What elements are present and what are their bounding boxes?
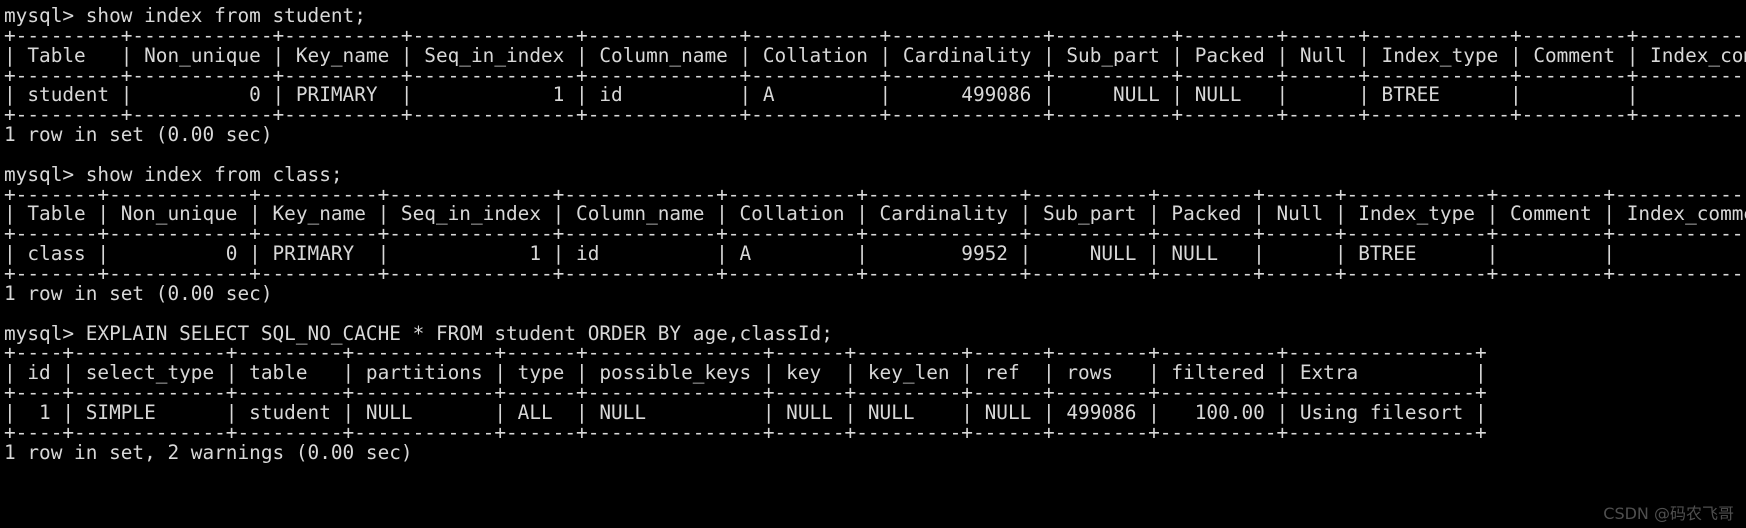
terminal-window[interactable]: mysql> show index from student; +-------…: [0, 0, 1746, 528]
table-separator-bottom: +-------+------------+----------+-------…: [4, 261, 1746, 285]
table-separator-mid: +----+-------------+---------+----------…: [4, 381, 1487, 405]
command-line: mysql> show index from class;: [4, 162, 343, 186]
table-row: | 1 | SIMPLE | student | NULL | ALL | NU…: [4, 400, 1487, 424]
result-footer: 1 row in set (0.00 sec): [4, 123, 273, 147]
output-block-show-index-student: mysql> show index from student; +-------…: [4, 6, 1746, 145]
table-row: | class | 0 | PRIMARY | 1 | id | A | 995…: [4, 242, 1746, 266]
table-separator-top: +---------+------------+----------+-----…: [4, 23, 1746, 47]
output-block-show-index-class: mysql> show index from class; +-------+-…: [4, 162, 1746, 305]
table-separator-bottom: +----+-------------+---------+----------…: [4, 420, 1487, 444]
result-footer: 1 row in set (0.00 sec): [4, 281, 273, 305]
result-footer: 1 row in set, 2 warnings (0.00 sec): [4, 440, 413, 464]
output-block-explain-select: mysql> EXPLAIN SELECT SQL_NO_CACHE * FRO…: [4, 323, 1746, 464]
watermark: CSDN @码农飞哥: [1603, 504, 1734, 523]
command-line: mysql> show index from student;: [4, 4, 366, 27]
table-header-row: | Table | Non_unique | Key_name | Seq_in…: [4, 43, 1746, 67]
